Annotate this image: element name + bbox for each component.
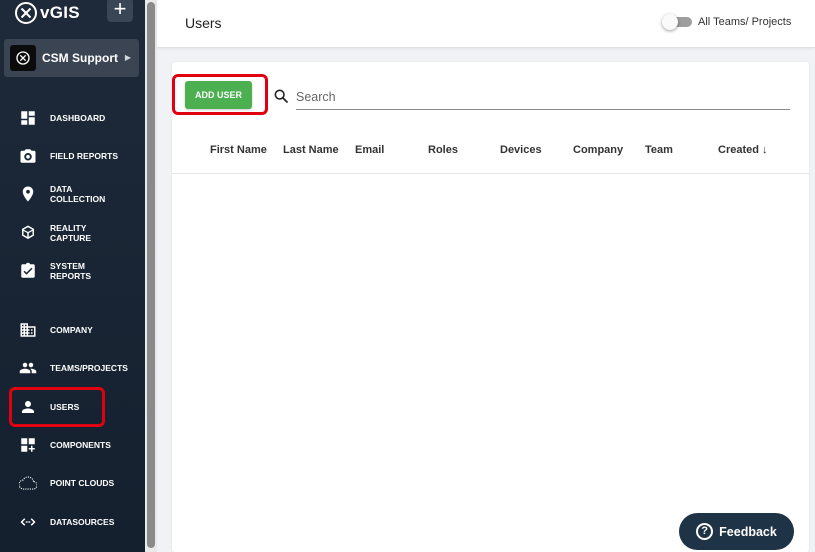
sidebar-item-dashboard[interactable]: DASHBOARD [0, 108, 140, 128]
label-line-1: REALITY [50, 223, 87, 233]
page-title: Users [185, 15, 222, 31]
organization-selector[interactable]: CSM Support ▶ [4, 39, 139, 77]
sidebar-item-components[interactable]: COMPONENTS [0, 435, 140, 455]
label-line-2: REPORTS [50, 271, 92, 281]
users-highlight-box [9, 387, 105, 427]
sidebar-item-label: DASHBOARD [50, 113, 106, 123]
label-line-1: SYSTEM [50, 261, 85, 271]
clipboard-check-icon [18, 261, 38, 281]
page-header: Users All Teams/ Projects [157, 0, 815, 48]
camera-icon [18, 146, 38, 166]
cube-scan-icon [18, 223, 38, 243]
logo-row: vGIS + [14, 0, 139, 26]
sidebar-item-point-clouds[interactable]: POINT CLOUDS [0, 473, 140, 493]
sidebar-item-label: DATA COLLECTION [50, 184, 105, 204]
components-icon [18, 435, 38, 455]
column-header-created-label: Created [718, 144, 759, 156]
search-icon [274, 89, 288, 103]
toggle-knob [662, 14, 678, 30]
sidebar-item-company[interactable]: COMPANY [0, 320, 140, 340]
feedback-label: Feedback [719, 524, 777, 539]
label-line-2: COLLECTION [50, 194, 106, 204]
sidebar-item-label: REALITY CAPTURE [50, 223, 91, 243]
sidebar-scrollbar-thumb[interactable] [147, 2, 155, 548]
table-body [172, 175, 809, 545]
sidebar-item-label: DATASOURCES [50, 517, 115, 527]
label-line-1: DATA [50, 184, 73, 194]
sidebar-item-datasources[interactable]: DATASOURCES [0, 512, 140, 532]
sidebar-item-system-reports[interactable]: SYSTEM REPORTS [0, 260, 140, 284]
code-arrows-icon [18, 512, 38, 532]
sidebar-item-data-collection[interactable]: DATA COLLECTION [0, 183, 140, 207]
column-header-last-name[interactable]: Last Name [283, 144, 339, 156]
column-header-email[interactable]: Email [355, 144, 384, 156]
sidebar-item-label: FIELD REPORTS [50, 151, 119, 161]
help-icon: ? [696, 523, 714, 540]
caret-right-icon: ▶ [124, 53, 131, 62]
vgis-logo-icon [15, 2, 37, 24]
sidebar-item-teams-projects[interactable]: TEAMS/PROJECTS [0, 358, 140, 378]
toggle-label: All Teams/ Projects [698, 16, 792, 28]
app-logo[interactable]: vGIS [14, 1, 80, 25]
org-name: CSM Support [42, 51, 118, 65]
sidebar-item-label: POINT CLOUDS [50, 478, 115, 488]
column-header-created[interactable]: Created ↓ [718, 144, 767, 156]
add-user-button[interactable]: ADD USER [185, 81, 252, 109]
building-icon [18, 320, 38, 340]
add-new-button[interactable]: + [107, 0, 133, 22]
sidebar-item-reality-capture[interactable]: REALITY CAPTURE [0, 222, 140, 246]
column-header-roles[interactable]: Roles [428, 144, 458, 156]
column-header-company[interactable]: Company [573, 144, 623, 156]
sidebar-item-field-reports[interactable]: FIELD REPORTS [0, 146, 140, 166]
column-header-team[interactable]: Team [645, 144, 673, 156]
sidebar-item-label: COMPANY [50, 325, 93, 335]
cloud-dots-icon [18, 473, 38, 493]
dashboard-icon [18, 108, 38, 128]
column-header-devices[interactable]: Devices [500, 144, 542, 156]
map-pin-icon [18, 184, 38, 204]
feedback-button[interactable]: ? Feedback [679, 513, 794, 550]
table-header: First Name Last Name Email Roles Devices… [172, 134, 809, 174]
all-teams-toggle[interactable] [662, 14, 692, 30]
search-input[interactable] [296, 84, 790, 110]
sidebar-item-label: COMPONENTS [50, 440, 111, 450]
org-logo-icon [10, 45, 36, 71]
sidebar-item-label: TEAMS/PROJECTS [50, 363, 128, 373]
column-header-first-name[interactable]: First Name [210, 144, 267, 156]
logo-text: vGIS [40, 3, 80, 22]
sidebar-item-label: SYSTEM REPORTS [50, 261, 91, 281]
sort-down-arrow-icon: ↓ [761, 144, 768, 156]
users-card: ADD USER First Name Last Name Email Role… [172, 62, 809, 552]
sidebar: vGIS + CSM Support ▶ DASHBOARD FIELD REP… [0, 0, 145, 552]
label-line-2: CAPTURE [50, 233, 92, 243]
people-icon [18, 358, 38, 378]
